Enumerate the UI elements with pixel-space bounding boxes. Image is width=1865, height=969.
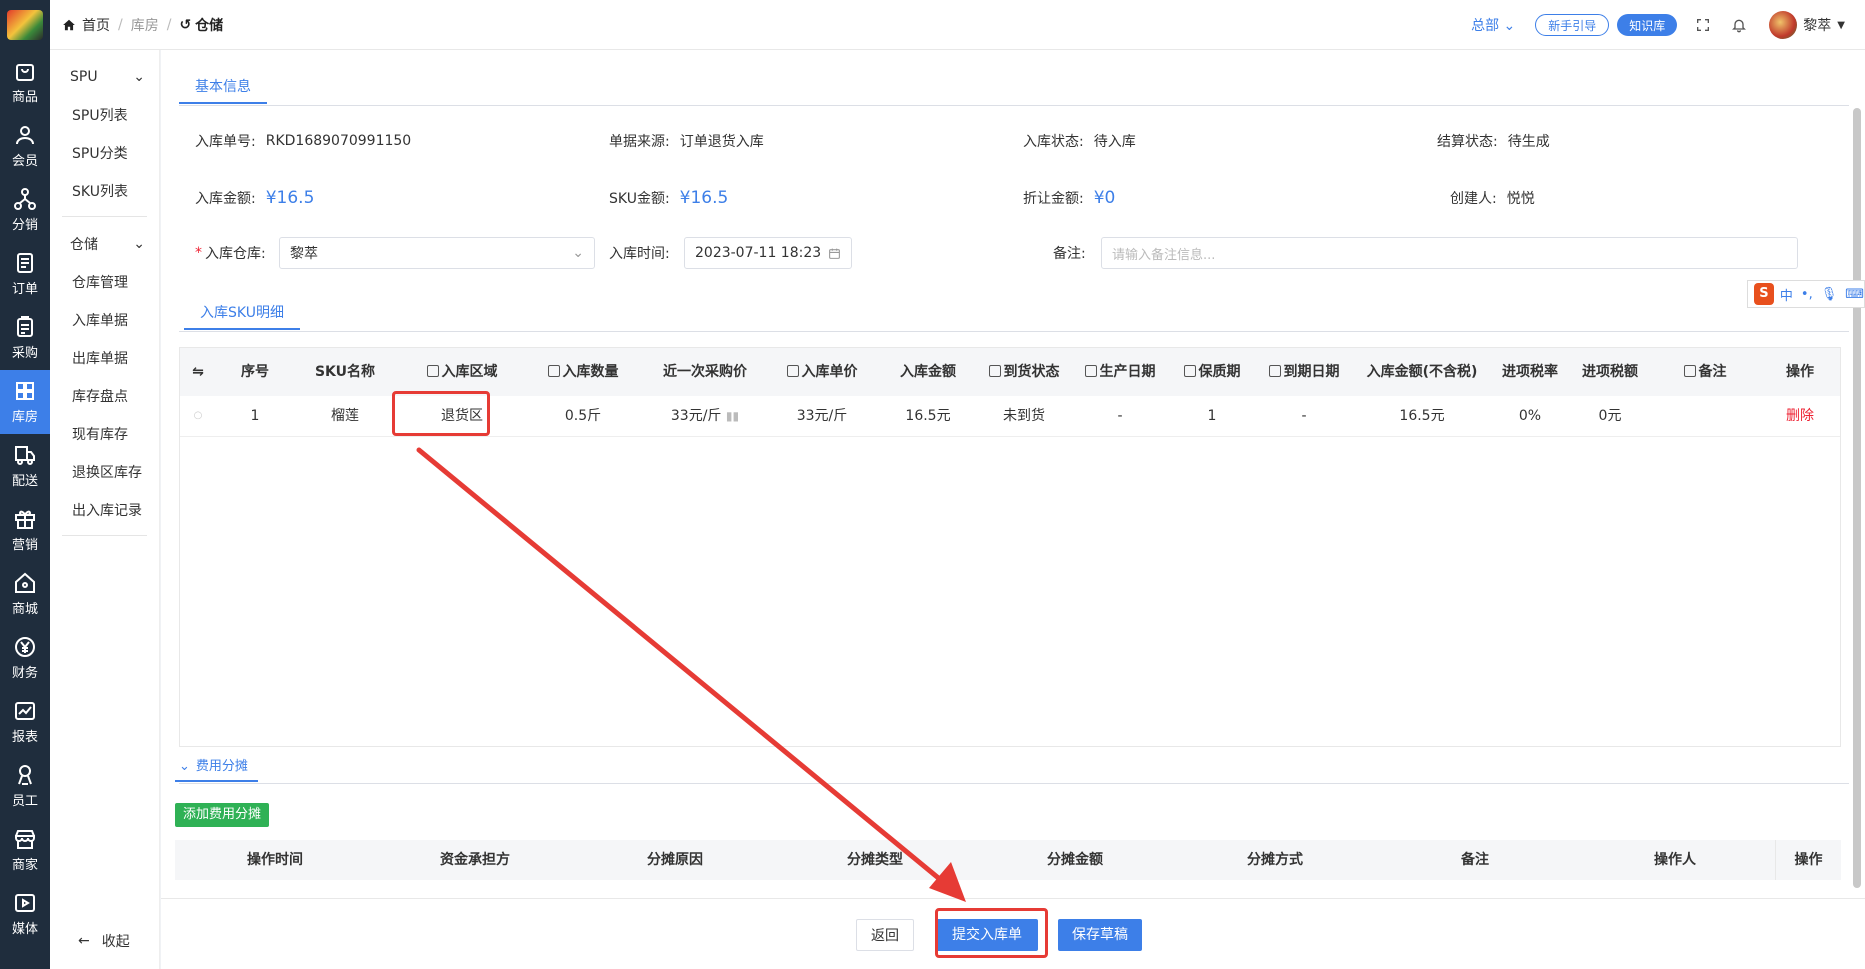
submenu-item-spu-category[interactable]: SPU分类: [50, 134, 159, 172]
bag-icon: [16, 64, 34, 81]
keyboard-icon[interactable]: ⌨: [1845, 287, 1864, 302]
submenu-group-label: 仓储: [70, 237, 98, 253]
top-right-tools: 总部 ⌄ 新手引导 知识库 黎萃 ▼: [1471, 0, 1865, 50]
rail-item-marketing[interactable]: 营销: [0, 498, 50, 562]
app-rail: 商品 会员 分销 订单 采购 库房 配送 营销 商城 财务 报表 员工 商家 媒…: [0, 0, 50, 969]
rail-label: 商品: [11, 90, 38, 105]
rail-label: 商家: [11, 858, 38, 873]
rail-label: 商城: [11, 602, 38, 617]
avatar: [1769, 11, 1798, 39]
vertical-scrollbar[interactable]: [1853, 108, 1861, 888]
rail-item-finance[interactable]: 财务: [0, 626, 50, 690]
chevron-down-icon: ⌄: [133, 236, 145, 252]
clipboard-icon: [17, 316, 33, 337]
rail-label: 配送: [11, 474, 38, 489]
submenu-item-outbound-orders[interactable]: 出库单据: [50, 339, 159, 377]
rail-label: 员工: [11, 794, 38, 809]
breadcrumb-current: 仓储: [195, 17, 224, 34]
rail-label: 营销: [11, 538, 38, 553]
divider: [62, 216, 147, 217]
user-icon: [16, 126, 34, 145]
submenu-item-inbound-orders[interactable]: 入库单据: [50, 301, 159, 339]
refresh-icon[interactable]: ↺: [179, 17, 191, 33]
submenu-item-warehouse-mgmt[interactable]: 仓库管理: [50, 263, 159, 301]
chart-icon: [15, 702, 35, 720]
rail-item-orders[interactable]: 订单: [0, 242, 50, 306]
annotation-arrow: [416, 447, 966, 902]
bell-icon[interactable]: [1721, 17, 1757, 33]
breadcrumb-separator: /: [118, 16, 123, 33]
rail-label: 媒体: [11, 922, 38, 937]
rail-item-delivery[interactable]: 配送: [0, 434, 50, 498]
store-icon: [15, 830, 35, 849]
chevron-down-icon: ⌄: [133, 69, 145, 85]
yen-icon: [15, 637, 35, 657]
branch-selector[interactable]: 总部 ⌄: [1471, 15, 1515, 35]
gift-icon: [15, 510, 35, 529]
arrow-left-icon: ←: [78, 933, 90, 949]
collapse-label: 收起: [101, 934, 130, 950]
branch-label: 总部: [1471, 18, 1500, 34]
rail-item-reports[interactable]: 报表: [0, 690, 50, 754]
submenu-group-spu[interactable]: SPU ⌄: [50, 58, 159, 96]
caret-down-icon: ▼: [1837, 19, 1845, 31]
rail-item-media[interactable]: 媒体: [0, 882, 50, 946]
rail-label: 报表: [11, 730, 38, 745]
rail-item-distribution[interactable]: 分销: [0, 178, 50, 242]
rail-item-merchants[interactable]: 商家: [0, 818, 50, 882]
rail-item-warehouse[interactable]: 库房: [0, 370, 50, 434]
submenu-item-stocktake[interactable]: 库存盘点: [50, 377, 159, 415]
rail-label: 会员: [11, 154, 38, 169]
fullscreen-icon[interactable]: [1685, 17, 1721, 33]
play-icon: [15, 894, 35, 912]
breadcrumb-separator: /: [166, 16, 172, 33]
submenu-item-spu-list[interactable]: SPU列表: [50, 96, 159, 134]
knowledge-base-button[interactable]: 知识库: [1617, 14, 1678, 36]
rail-item-members[interactable]: 会员: [0, 114, 50, 178]
divider: [62, 535, 147, 536]
network-icon: [14, 188, 36, 210]
breadcrumb: 首页 / 库房 / ↺ 仓储: [62, 15, 223, 35]
document-icon: [17, 253, 33, 273]
truck-icon: [15, 446, 35, 465]
top-bar: 首页 / 库房 / ↺ 仓储 总部 ⌄ 新手引导 知识库 黎萃 ▼: [50, 0, 1865, 50]
rail-label: 库房: [11, 410, 38, 425]
submenu-group-label: SPU: [70, 69, 98, 85]
guide-button[interactable]: 新手引导: [1535, 14, 1610, 36]
submenu-item-sku-list[interactable]: SKU列表: [50, 172, 159, 210]
rail-label: 分销: [11, 218, 38, 233]
home-icon: [15, 572, 35, 593]
submenu-group-storage[interactable]: 仓储 ⌄: [50, 225, 159, 263]
sub-menu: SPU ⌄ SPU列表 SPU分类 SKU列表 仓储 ⌄ 仓库管理 入库单据 出…: [50, 50, 160, 969]
breadcrumb-warehouse[interactable]: 库房: [131, 15, 159, 35]
grid-icon: [16, 382, 34, 400]
ime-lang[interactable]: 中: [1780, 285, 1793, 304]
submenu-item-io-records[interactable]: 出入库记录: [50, 491, 159, 529]
rail-item-mall[interactable]: 商城: [0, 562, 50, 626]
rail-item-goods[interactable]: 商品: [0, 50, 50, 114]
user-name: 黎萃: [1803, 18, 1832, 34]
rail-item-purchase[interactable]: 采购: [0, 306, 50, 370]
staff-icon: [18, 765, 32, 785]
microphone-icon[interactable]: 🎙: [1821, 287, 1838, 302]
home-icon[interactable]: [62, 18, 76, 32]
breadcrumb-home[interactable]: 首页: [82, 15, 110, 35]
rail-label: 采购: [11, 346, 38, 361]
rail-item-staff[interactable]: 员工: [0, 754, 50, 818]
logo-image: [7, 10, 43, 40]
rail-label: 财务: [11, 666, 38, 681]
ime-toolbar[interactable]: S 中 •, 🎙 ⌨: [1747, 280, 1865, 308]
ime-logo-icon: S: [1754, 283, 1774, 305]
app-logo[interactable]: [0, 0, 50, 50]
main-content: 基本信息 入库单号: RKD1689070991150 单据来源: 订单退货入库…: [161, 50, 1865, 969]
ime-punct-icon[interactable]: •,: [1801, 287, 1813, 302]
collapse-button[interactable]: ← 收起: [78, 931, 130, 951]
rail-label: 订单: [11, 282, 38, 297]
chevron-down-icon: ⌄: [1503, 18, 1516, 34]
user-menu[interactable]: 黎萃 ▼: [1769, 11, 1845, 39]
submenu-item-return-stock[interactable]: 退换区库存: [50, 453, 159, 491]
submenu-item-current-stock[interactable]: 现有库存: [50, 415, 159, 453]
